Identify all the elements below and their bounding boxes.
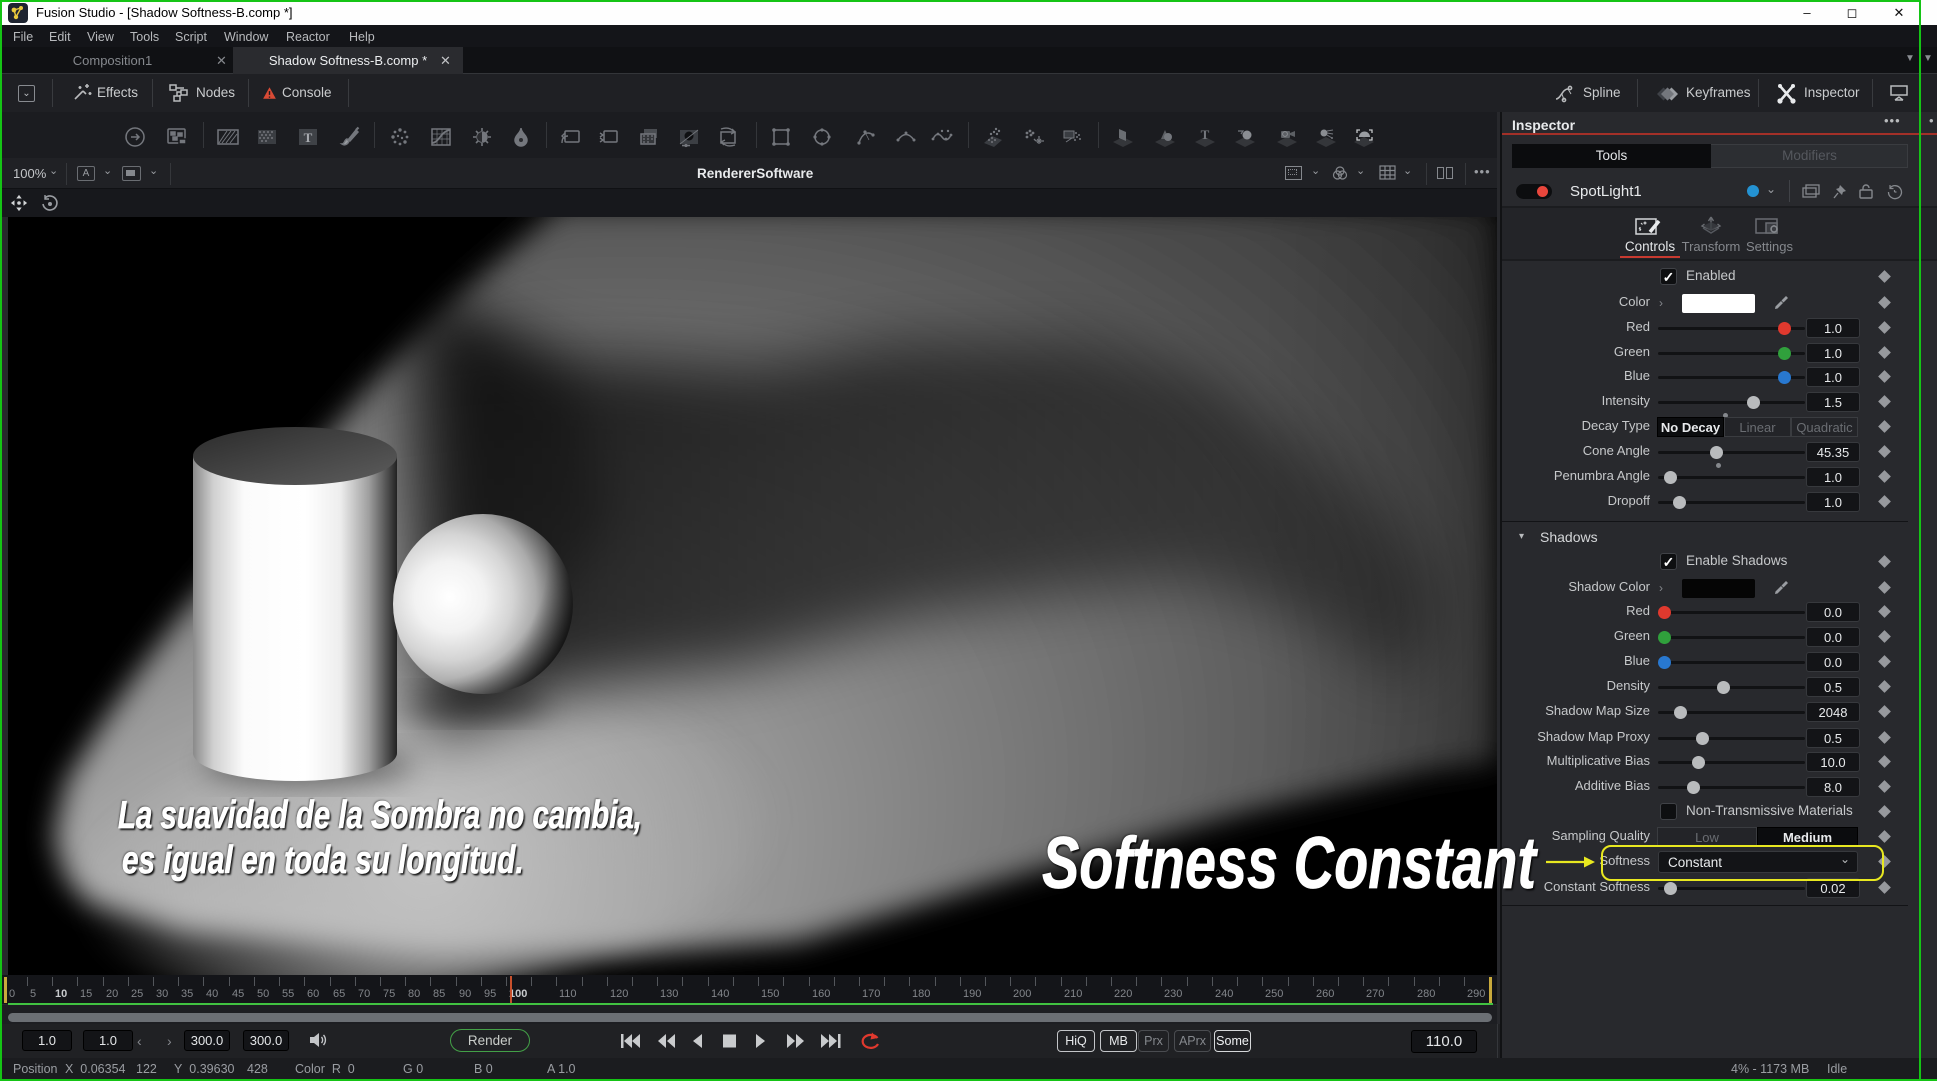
svg-text:T: T <box>304 130 313 145</box>
svg-text:T: T <box>1201 127 1210 142</box>
